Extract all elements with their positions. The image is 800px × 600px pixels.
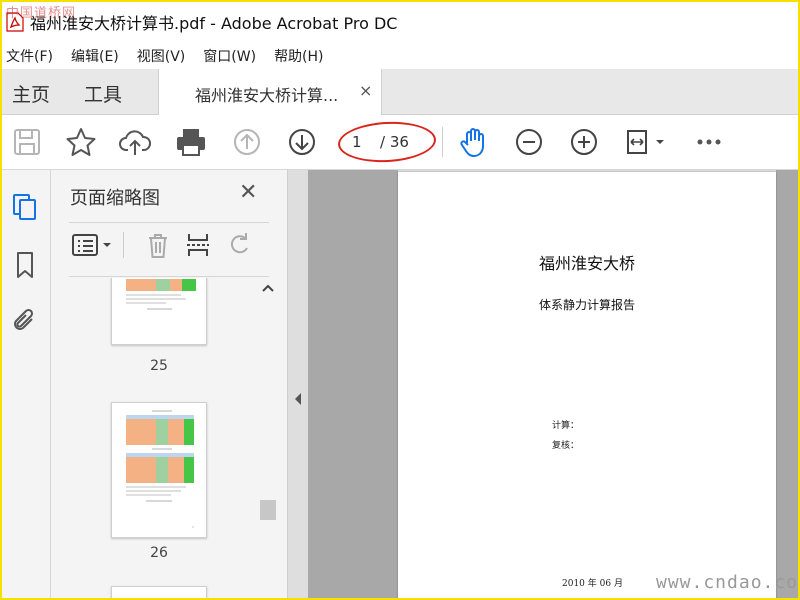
document-date: 2010 年 06 月 (562, 579, 623, 589)
bookmark-icon[interactable] (10, 250, 40, 280)
menu-edit[interactable]: 编辑(E) (71, 46, 119, 66)
thumbnails-panel: 页面缩略图 ✕ 25 26 (51, 170, 288, 598)
collapse-panel-icon[interactable] (292, 390, 304, 408)
more-options-icon[interactable] (692, 125, 726, 159)
delete-pages-icon[interactable] (143, 230, 173, 260)
watermark-top: 中国道桥网 (6, 6, 77, 21)
zoom-in-icon[interactable] (567, 125, 601, 159)
zoom-out-icon[interactable] (512, 125, 546, 159)
menu-window[interactable]: 窗口(W) (203, 46, 256, 66)
scroll-up-icon[interactable] (261, 282, 275, 296)
thumbnail-options-icon[interactable] (71, 230, 115, 260)
scrollbar-thumb[interactable] (260, 500, 276, 520)
viewer-margin-left (308, 170, 398, 598)
calc-field-label: 计算： (552, 421, 580, 431)
thumbnails-list: 25 26 (69, 278, 259, 598)
fit-page-icon[interactable] (622, 125, 670, 159)
attachment-icon[interactable] (10, 306, 40, 336)
panel-toolbar-divider (123, 232, 124, 258)
panel-title: 页面缩略图 (70, 188, 160, 209)
left-rail (2, 170, 51, 598)
highlight-annotation (337, 119, 437, 165)
previous-page-icon[interactable] (230, 125, 264, 159)
pdf-page: 福州淮安大桥 体系静力计算报告 计算： 复核： 2010 年 06 月 (398, 172, 776, 598)
tab-close-icon[interactable]: × (359, 81, 372, 100)
document-subtitle: 体系静力计算报告 (538, 298, 635, 312)
page-thumbnails-icon[interactable] (10, 192, 40, 222)
panel-divider (69, 222, 269, 223)
save-icon[interactable] (10, 125, 44, 159)
thumbnail-content-icon (126, 279, 196, 310)
page-thumbnail[interactable] (111, 586, 207, 598)
menu-file[interactable]: 文件(F) (6, 46, 53, 66)
rotate-page-icon[interactable] (225, 230, 255, 260)
toolbar: 1 / 36 (2, 115, 798, 170)
insert-pages-icon[interactable] (183, 230, 213, 260)
tab-tools[interactable]: 工具 (84, 80, 122, 107)
panel-close-icon[interactable]: ✕ (239, 180, 257, 205)
menu-view[interactable]: 视图(V) (137, 46, 186, 66)
page-thumbnail[interactable] (111, 278, 207, 345)
menu-help[interactable]: 帮助(H) (274, 46, 323, 66)
panel-divider-2 (69, 276, 269, 277)
page-thumbnail[interactable] (111, 402, 207, 538)
review-field-label: 复核： (552, 441, 580, 451)
hand-tool-icon[interactable] (457, 125, 491, 159)
document-title: 福州淮安大桥 (538, 254, 635, 273)
star-icon[interactable] (64, 125, 98, 159)
app-window: 福州淮安大桥计算书.pdf - Adobe Acrobat Pro DC 中国道… (0, 0, 800, 600)
window-title: 福州淮安大桥计算书.pdf - Adobe Acrobat Pro DC (30, 14, 398, 33)
tab-document-label: 福州淮安大桥计算... (195, 86, 339, 105)
cloud-upload-icon[interactable] (118, 125, 152, 159)
thumbnails-scrollbar[interactable] (259, 282, 277, 598)
tab-home[interactable]: 主页 (12, 80, 50, 107)
tab-document[interactable]: 福州淮安大桥计算... × (158, 69, 382, 115)
document-viewer: 福州淮安大桥 体系静力计算报告 计算： 复核： 2010 年 06 月 (288, 170, 798, 598)
tab-bar: 主页 工具 福州淮安大桥计算... × (2, 69, 798, 115)
toolbar-divider (442, 127, 443, 157)
watermark-bottom: www.cndao.co (656, 572, 799, 593)
next-page-icon[interactable] (285, 125, 319, 159)
thumbnail-content-icon (126, 410, 194, 528)
menu-bar: 文件(F) 编辑(E) 视图(V) 窗口(W) 帮助(H) (2, 44, 798, 68)
title-bar: 福州淮安大桥计算书.pdf - Adobe Acrobat Pro DC (2, 2, 798, 42)
viewer-margin-right (776, 170, 798, 598)
print-icon[interactable] (174, 125, 208, 159)
thumbnail-label: 26 (150, 545, 168, 561)
thumbnail-label: 25 (150, 358, 168, 374)
